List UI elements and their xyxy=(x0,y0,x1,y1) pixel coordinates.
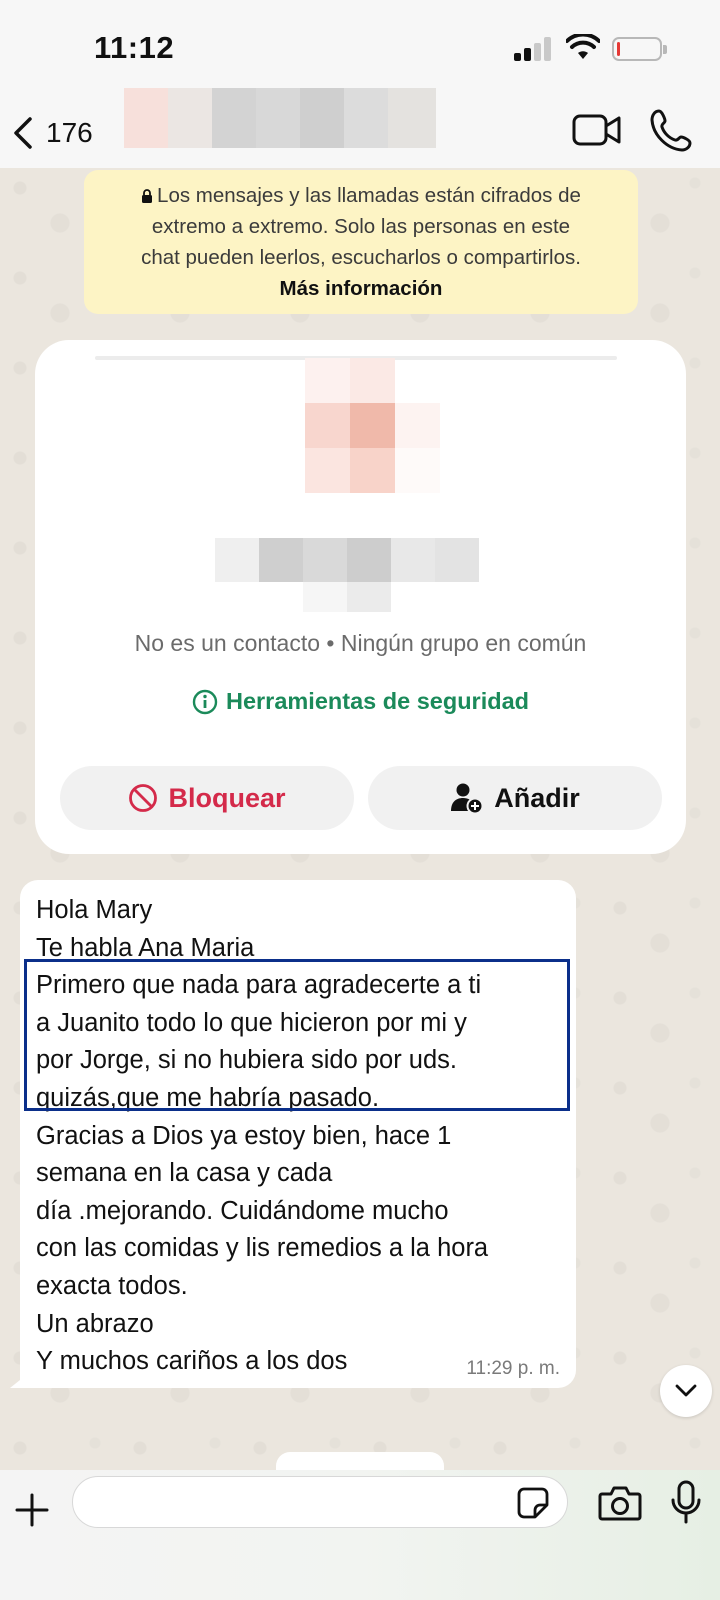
camera-icon[interactable] xyxy=(598,1484,642,1522)
more-info-link[interactable]: Más información xyxy=(84,273,638,304)
video-call-icon[interactable] xyxy=(572,112,622,148)
message-line: Hola Mary xyxy=(36,896,153,924)
lock-icon xyxy=(142,189,153,203)
add-label: Añadir xyxy=(494,782,580,813)
block-label: Bloquear xyxy=(168,782,286,813)
scroll-to-bottom-button[interactable] xyxy=(660,1365,712,1417)
status-time: 11:12 xyxy=(94,30,175,65)
safety-tools-label: Herramientas de seguridad xyxy=(226,688,529,714)
plus-icon[interactable] xyxy=(14,1492,50,1528)
incoming-message-bubble[interactable]: Hola Mary Te habla Ana Maria Primero que… xyxy=(20,880,576,1388)
block-icon xyxy=(129,784,158,812)
message-line: semana en la casa y cada xyxy=(36,1159,333,1188)
chevron-left-icon xyxy=(14,117,32,149)
unknown-contact-card: No es un contacto • Ningún grupo en comú… xyxy=(35,340,686,854)
battery-icon xyxy=(612,37,667,61)
status-bar: 11:12 xyxy=(0,0,720,100)
message-line: Gracias a Dios ya estoy bien, hace 1 xyxy=(36,1121,452,1150)
message-composer xyxy=(0,1470,720,1600)
message-line: día .mejorando. Cuidándome mucho xyxy=(36,1196,449,1225)
highlight-annotation-box xyxy=(24,959,570,1111)
add-person-icon xyxy=(451,783,484,814)
unread-count: 176 xyxy=(46,117,93,148)
contact-status-text: No es un contacto • Ningún grupo en comú… xyxy=(134,630,587,656)
contact-avatar-name-redacted[interactable] xyxy=(124,88,444,148)
sticker-icon[interactable] xyxy=(516,1486,550,1520)
message-line: exacta todos. xyxy=(36,1271,188,1300)
signal-icon xyxy=(514,37,554,61)
message-input[interactable] xyxy=(72,1476,568,1528)
block-button[interactable]: Bloquear xyxy=(60,766,354,830)
message-line: Un abrazo xyxy=(36,1309,154,1338)
encryption-line-2: extremo a extremo. Solo las personas en … xyxy=(151,215,571,238)
encryption-notice[interactable]: Los mensajes y las llamadas están cifrad… xyxy=(84,170,638,314)
wifi-icon xyxy=(566,34,600,59)
chevron-down-icon xyxy=(675,1384,697,1397)
avatar-redacted xyxy=(305,358,440,493)
add-contact-button[interactable]: Añadir xyxy=(368,766,662,830)
back-button[interactable]: 176 xyxy=(12,108,102,158)
microphone-icon[interactable] xyxy=(670,1480,702,1524)
safety-tools-link[interactable]: Herramientas de seguridad xyxy=(35,688,686,715)
date-pill-partial xyxy=(276,1452,444,1472)
message-timestamp: 11:29 p. m. xyxy=(466,1358,560,1379)
encryption-line-1: Los mensajes y las llamadas están cifrad… xyxy=(157,184,581,207)
encryption-line-3: chat pueden leerlos, escucharlos o compa… xyxy=(141,246,581,269)
info-icon xyxy=(192,689,218,714)
message-line: con las comidas y lis remedios a la hora xyxy=(36,1234,489,1263)
contact-name-redacted xyxy=(215,538,485,618)
phone-call-icon[interactable] xyxy=(650,108,692,152)
